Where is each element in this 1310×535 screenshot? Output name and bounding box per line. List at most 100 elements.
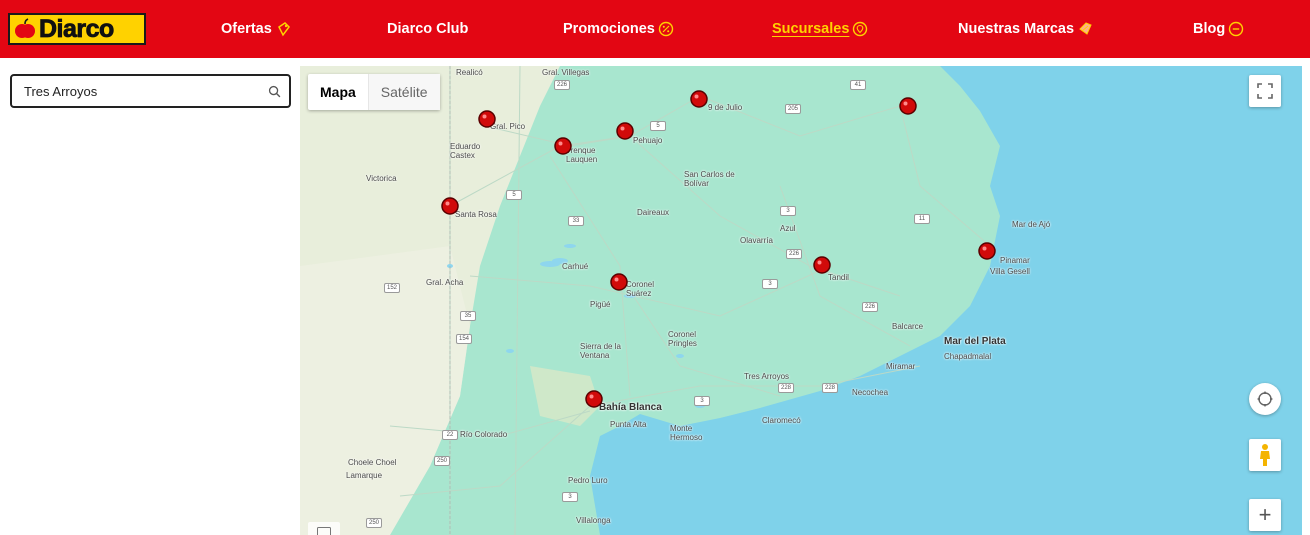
label-san-carlos-de-bolivar: San Carlos de Bolívar <box>684 170 735 188</box>
label-mar-del-plata: Mar del Plata <box>944 336 1006 347</box>
map-base <box>300 66 1000 535</box>
nav-promociones-label: Promociones <box>563 21 655 37</box>
label-victorica: Victorica <box>366 174 397 183</box>
route-shield: 228 <box>822 383 838 393</box>
minus-circle-icon <box>1229 21 1244 37</box>
label-lamarque: Lamarque <box>346 471 383 480</box>
route-shield: 226 <box>862 302 878 312</box>
route-shield: 5 <box>506 190 522 200</box>
route-shield: 154 <box>456 334 472 344</box>
map-type-satellite-button[interactable]: Satélite <box>367 74 440 110</box>
route-shield: 11 <box>914 214 930 224</box>
label-pigue: Pigüé <box>590 300 611 309</box>
label-coronel-suarez: Coronel Suárez <box>626 280 655 298</box>
route-shield: 152 <box>384 283 400 293</box>
nav-sucursales-label: Sucursales <box>772 21 850 37</box>
label-monte-hermoso: Monte Hermoso <box>670 424 703 442</box>
label-eduardo-castex: Eduardo Castex <box>450 142 481 160</box>
label-daireaux: Daireaux <box>637 208 670 217</box>
nav-nuestras-marcas[interactable]: Nuestras Marcas <box>958 19 1093 39</box>
map-type-switch: Mapa Satélite <box>308 74 440 110</box>
branch-search-input[interactable] <box>24 83 268 99</box>
nav-ofertas[interactable]: Ofertas <box>221 19 291 39</box>
route-shield: 5 <box>650 121 666 131</box>
label-punta-alta: Punta Alta <box>610 420 647 429</box>
street-view-button[interactable] <box>1249 439 1281 471</box>
route-shield: 226 <box>786 249 802 259</box>
branch-marker[interactable] <box>689 89 709 109</box>
label-chapadmalal: Chapadmalal <box>944 352 992 361</box>
nav-diarco-club-label: Diarco Club <box>387 21 469 37</box>
label-coronel-pringles: Coronel Pringles <box>668 330 697 348</box>
nav-ofertas-label: Ofertas <box>221 21 272 37</box>
branch-marker[interactable] <box>440 196 460 216</box>
branch-marker[interactable] <box>477 109 497 129</box>
label-pehuajo: Pehuajo <box>633 136 663 145</box>
route-shield: 226 <box>554 80 570 90</box>
label-9-de-julio: 9 de Julio <box>708 103 743 112</box>
route-shield: 3 <box>762 279 778 289</box>
label-pinamar: Pinamar <box>1000 256 1030 265</box>
nav-blog[interactable]: Blog <box>1193 19 1244 39</box>
branch-marker[interactable] <box>584 389 604 409</box>
branch-marker[interactable] <box>615 121 635 141</box>
logo-text: Diarco <box>39 14 115 43</box>
branch-marker[interactable] <box>977 241 997 261</box>
fullscreen-icon <box>1257 83 1273 99</box>
branch-marker[interactable] <box>812 255 832 275</box>
label-mar-de-ajo: Mar de Ajó <box>1012 220 1051 229</box>
branch-marker[interactable] <box>553 136 573 156</box>
label-villalonga: Villalonga <box>576 516 611 525</box>
label-gral-villegas: Gral. Villegas <box>542 68 590 77</box>
route-shield: 228 <box>778 383 794 393</box>
fullscreen-button[interactable] <box>1249 75 1281 107</box>
route-shield: 3 <box>780 206 796 216</box>
apple-logo-icon <box>15 18 35 38</box>
label-pedro-luro: Pedro Luro <box>568 476 608 485</box>
camera-control-button[interactable] <box>1249 383 1281 415</box>
zoom-in-label: + <box>1258 502 1272 527</box>
percent-icon <box>658 21 674 37</box>
nav-blog-label: Blog <box>1193 21 1226 37</box>
route-shield: 41 <box>850 80 866 90</box>
route-shield: 3 <box>694 396 710 406</box>
map-type-map-button[interactable]: Mapa <box>308 74 368 110</box>
label-claromeco: Claromecó <box>762 416 801 425</box>
pegman-icon <box>1260 444 1270 466</box>
label-villa-gesell: Villa Gesell <box>990 267 1030 276</box>
label-tres-arroyos: Tres Arroyos <box>744 372 790 381</box>
label-necochea: Necochea <box>852 388 889 397</box>
branches-map[interactable]: Mapa Satélite Realicó Gral. Villegas Gra… <box>300 66 1302 535</box>
label-miramar: Miramar <box>886 362 916 371</box>
route-shield: 22 <box>442 430 458 440</box>
label-santa-rosa: Santa Rosa <box>455 210 497 219</box>
label-olavarria: Olavarría <box>740 236 773 245</box>
branch-search-box <box>10 74 291 108</box>
label-carhue: Carhué <box>562 262 589 271</box>
route-shield: 250 <box>434 456 450 466</box>
nav-nuestras-marcas-label: Nuestras Marcas <box>958 21 1075 37</box>
nav-sucursales[interactable]: Sucursales <box>772 19 868 39</box>
label-sierra-de-la-ventana: Sierra de la Ventana <box>580 342 621 360</box>
label-bahia-blanca: Bahía Blanca <box>599 402 662 413</box>
label-azul: Azul <box>780 224 796 233</box>
nav-diarco-club[interactable]: Diarco Club <box>387 19 468 39</box>
route-shield: 35 <box>460 311 476 321</box>
map-keyboard-shortcut-button[interactable] <box>308 522 340 535</box>
tag-icon <box>277 22 290 37</box>
route-shield: 33 <box>568 216 584 226</box>
diarco-logo[interactable]: Diarco <box>8 13 146 45</box>
pan-arrows-icon <box>1257 391 1273 407</box>
label-rio-colorado: Río Colorado <box>460 430 508 439</box>
route-shield: 205 <box>785 104 801 114</box>
branch-marker[interactable] <box>898 96 918 116</box>
label-gral-acha: Gral. Acha <box>426 278 464 287</box>
label-balcarce: Balcarce <box>892 322 924 331</box>
tag-filled-icon <box>1079 22 1092 35</box>
top-nav-bar: Diarco Ofertas Diarco Club Promociones S… <box>0 0 1310 58</box>
nav-promociones[interactable]: Promociones <box>563 19 674 39</box>
location-pin-icon <box>853 21 868 37</box>
branch-marker[interactable] <box>609 272 629 292</box>
search-icon[interactable] <box>268 85 281 98</box>
zoom-in-button[interactable]: + <box>1249 499 1281 531</box>
